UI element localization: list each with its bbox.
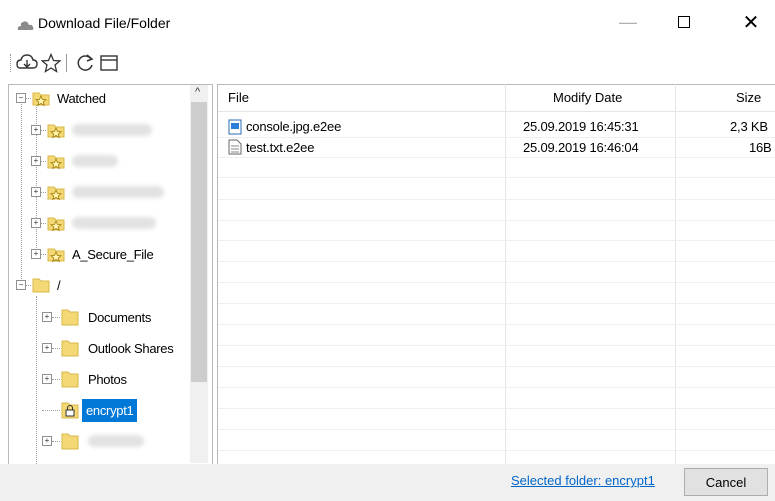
tree-item-documents[interactable]: + Documents [42,305,151,329]
expand-toggle[interactable]: + [42,436,52,446]
blurred-label [72,124,152,136]
image-file-icon [228,119,242,135]
tree-item-encrypt1[interactable]: encrypt1 [42,398,138,422]
tree-scroll-thumb[interactable] [191,102,207,382]
download-button[interactable] [16,52,38,74]
starred-folder-icon [47,124,65,139]
tree-item-watched-3[interactable]: + [31,180,164,204]
refresh-icon [77,54,94,71]
tree-label: Photos [88,371,127,387]
toolbar-grip [10,54,11,72]
cancel-button[interactable]: Cancel [684,468,768,496]
window-icon [100,55,118,71]
folder-icon [32,278,50,293]
expand-toggle[interactable]: + [42,312,52,322]
starred-folder-icon [32,92,50,107]
tree-item-watched-2[interactable]: + [31,149,118,173]
minimize-button[interactable]: — [605,0,651,44]
download-cloud-icon [16,54,38,69]
selected-folder-link[interactable]: Selected folder: encrypt1 [511,473,655,488]
tree-item-photos[interactable]: + Photos [42,367,127,391]
locked-folder-icon [61,402,79,419]
folder-icon [61,340,79,357]
starred-folder-icon [47,186,65,201]
blurred-label [72,217,156,229]
folder-icon [61,433,79,450]
view-button[interactable] [98,52,120,74]
maximize-button[interactable] [661,0,707,44]
tree-label: Outlook Shares [88,340,174,356]
maximize-icon [678,16,690,28]
blurred-label [88,435,144,447]
column-header-file[interactable]: File [228,90,249,105]
tree-line [36,296,37,464]
expand-toggle[interactable]: + [31,187,41,197]
starred-folder-icon [47,155,65,170]
column-header-size[interactable]: Size [736,90,761,105]
tree-label: A_Secure_File [72,246,154,262]
tree-item-watched-1[interactable]: + [31,118,152,142]
favorite-button[interactable] [40,52,62,74]
expand-toggle[interactable]: + [42,343,52,353]
tree-label: / [57,277,61,293]
expand-toggle[interactable]: + [31,156,41,166]
tree-item-a-secure-file[interactable]: + A_Secure_File [31,242,154,266]
collapse-toggle[interactable]: − [16,93,26,103]
text-file-icon [228,139,242,155]
file-name: test.txt.e2ee [246,140,315,155]
file-size: 2,3 KB [730,119,768,134]
file-name: console.jpg.e2ee [246,119,342,134]
blurred-label [72,186,164,198]
star-outline-icon [41,53,61,73]
tree-line [21,104,22,289]
window-title: Download File/Folder [38,15,171,31]
expand-toggle[interactable]: + [31,218,41,228]
tree-label: Watched [57,90,106,106]
tree-item-outlook-shares[interactable]: + Outlook Shares [42,336,174,360]
expand-toggle[interactable]: + [31,249,41,259]
expand-toggle[interactable]: + [42,374,52,384]
column-header-modify-date[interactable]: Modify Date [553,90,622,105]
scroll-up-arrow[interactable]: ^ [195,86,200,98]
file-size: 16B [749,140,772,155]
starred-folder-icon [47,248,65,263]
refresh-button[interactable] [74,52,96,74]
cloud-icon [17,21,34,30]
tree-item-root[interactable]: − / [16,273,61,297]
tree-item-watched[interactable]: − Watched [16,86,106,110]
blurred-label [72,155,118,167]
tree-item-watched-4[interactable]: + [31,211,156,235]
toolbar-separator [66,54,67,72]
collapse-toggle[interactable]: − [16,280,26,290]
file-date: 25.09.2019 16:46:04 [523,140,639,155]
folder-icon [61,371,79,388]
tree-label-selected: encrypt1 [82,398,138,422]
tree-label: Documents [88,309,152,325]
starred-folder-icon [47,217,65,232]
folder-icon [61,309,79,326]
header-divider [218,111,775,112]
file-date: 25.09.2019 16:45:31 [523,119,639,134]
tree-item-hidden[interactable]: + [42,429,144,453]
close-button[interactable]: ✕ [728,0,774,44]
expand-toggle[interactable]: + [31,125,41,135]
status-bar [0,464,775,501]
